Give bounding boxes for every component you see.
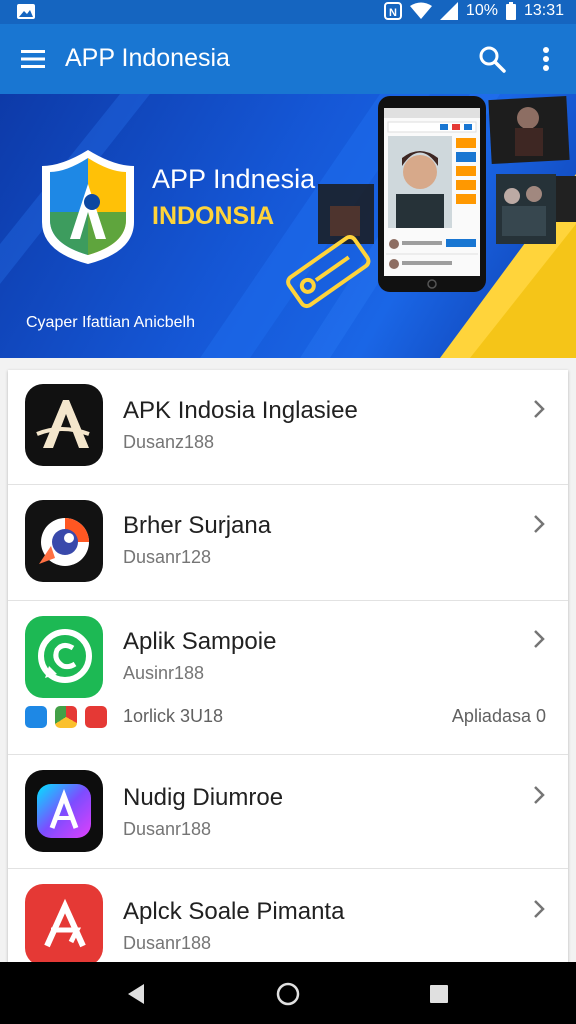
app-icon-chat-logo: [25, 616, 103, 698]
wifi-icon: [409, 2, 432, 19]
chevron-right-icon: [534, 900, 545, 918]
app-name: Nudig Diumroe: [123, 784, 284, 811]
app-name: Aplck Soale Pimanta: [123, 898, 345, 925]
list-item[interactable]: Brher Surjana Dusanr128: [8, 484, 568, 601]
app-list: APK Indosia Inglasiee Dusanz188 Brher Su…: [8, 370, 568, 970]
list-item[interactable]: APK Indosia Inglasiee Dusanz188: [8, 370, 568, 485]
banner-subtitle: INDONSIA: [152, 202, 275, 230]
battery-percent: 10%: [465, 2, 498, 19]
app-bar: APP Indonesia: [0, 24, 576, 94]
menu-icon[interactable]: [20, 47, 46, 71]
system-nav-bar: [0, 962, 576, 1024]
search-icon[interactable]: [478, 45, 506, 73]
app-icon-compass-logo: [25, 500, 103, 582]
chevron-right-icon: [534, 630, 545, 648]
app-title: APP Indonesia: [65, 44, 230, 72]
app-name: Brher Surjana: [123, 512, 272, 539]
back-icon[interactable]: [124, 981, 150, 1007]
app-name: APK Indosia Inglasiee: [123, 397, 358, 424]
more-options-icon[interactable]: [536, 45, 556, 73]
promo-banner[interactable]: APP Indnesia INDONSIA Cyaper Ifattian An…: [0, 94, 576, 358]
nfc-icon: N: [383, 2, 402, 20]
app-developer: Dusanr128: [123, 547, 212, 567]
app-developer: Ausinr188: [123, 663, 205, 683]
app-extra-info: 1orlick 3U18: [123, 706, 224, 726]
list-item[interactable]: Aplik Sampoie Ausinr188 1orlick 3U18 Apl…: [8, 600, 568, 755]
list-item[interactable]: Nudig Diumroe Dusanr188: [8, 754, 568, 869]
app-developer: Dusanr188: [123, 819, 212, 839]
recents-icon[interactable]: [426, 981, 452, 1007]
chevron-right-icon: [534, 515, 545, 533]
status-bar: N 10% 13:31: [0, 0, 576, 24]
app-icon-a-logo: [25, 384, 103, 466]
signal-icon: [439, 2, 458, 20]
gallery-notification-icon: [17, 4, 35, 19]
app-extra-label: Apliadasa 0: [451, 706, 546, 726]
app-developer: Dusanr188: [123, 933, 212, 953]
chrome-mini-icon: [55, 706, 77, 728]
banner-title: APP Indnesia: [152, 164, 316, 194]
app-icon-red-logo: [25, 884, 103, 966]
svg-text:N: N: [389, 7, 397, 19]
banner-caption: Cyaper Ifattian Anicbelh: [26, 314, 195, 331]
shield-mini-icon: [25, 706, 47, 728]
app-icon-gradient-a-logo: [25, 770, 103, 852]
app-name: Aplik Sampoie: [123, 628, 277, 655]
chevron-right-icon: [534, 400, 545, 418]
app-developer: Dusanz188: [123, 432, 215, 452]
home-icon[interactable]: [275, 981, 301, 1007]
battery-icon: [505, 2, 516, 20]
clock: 13:31: [523, 2, 564, 19]
list-item[interactable]: Aplck Soale Pimanta Dusanr188: [8, 868, 568, 970]
chevron-right-icon: [534, 786, 545, 804]
photo-mini-icon: [85, 706, 107, 728]
mini-icons-group: [25, 706, 107, 728]
